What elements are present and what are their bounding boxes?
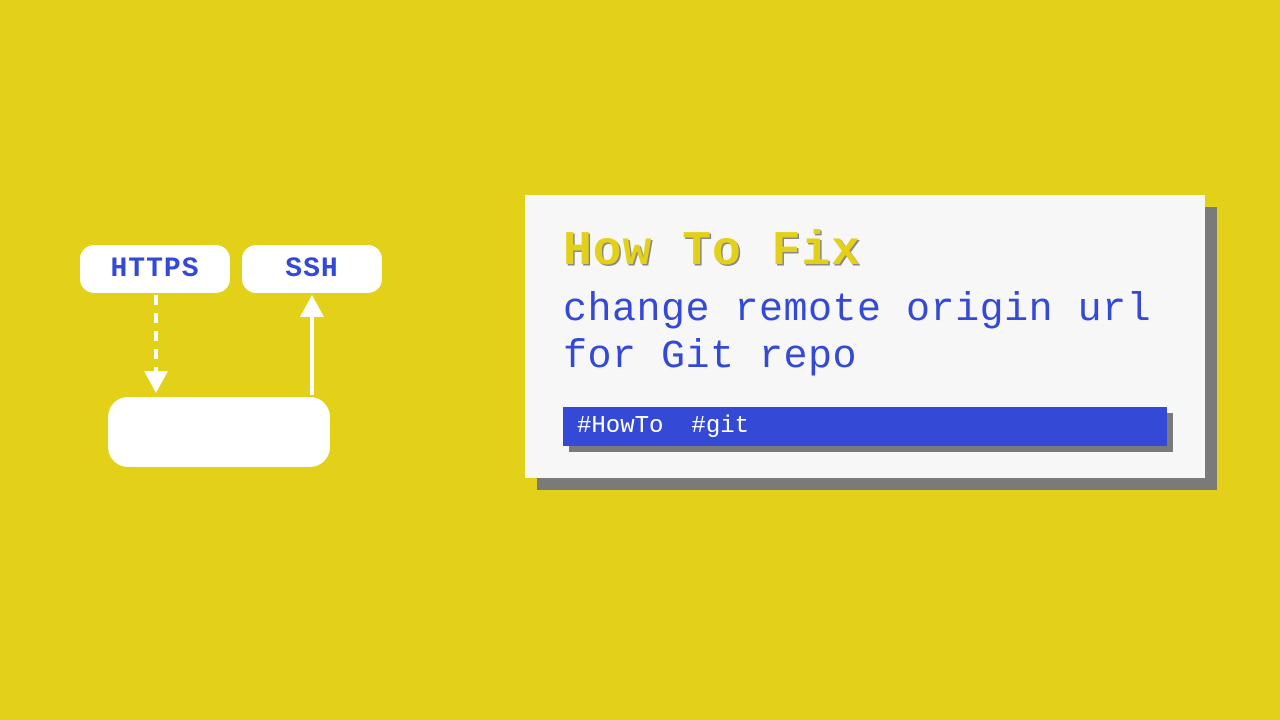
tag-git: #git bbox=[691, 413, 749, 440]
repo-box bbox=[108, 397, 330, 467]
https-pill: HTTPS bbox=[80, 245, 230, 293]
card-title: How To Fix bbox=[563, 225, 1167, 279]
arrow-down-icon bbox=[146, 295, 166, 395]
ssh-pill: SSH bbox=[242, 245, 382, 293]
protocol-diagram: HTTPS SSH bbox=[80, 245, 400, 475]
ssh-label: SSH bbox=[285, 254, 338, 285]
info-card: How To Fix change remote origin url for … bbox=[525, 195, 1205, 478]
tag-bar: #HowTo #git bbox=[563, 407, 1167, 446]
tag-howto: #HowTo bbox=[577, 413, 663, 440]
card-subtitle: change remote origin url for Git repo bbox=[563, 287, 1167, 381]
arrow-up-icon bbox=[302, 295, 322, 395]
https-label: HTTPS bbox=[110, 254, 199, 285]
